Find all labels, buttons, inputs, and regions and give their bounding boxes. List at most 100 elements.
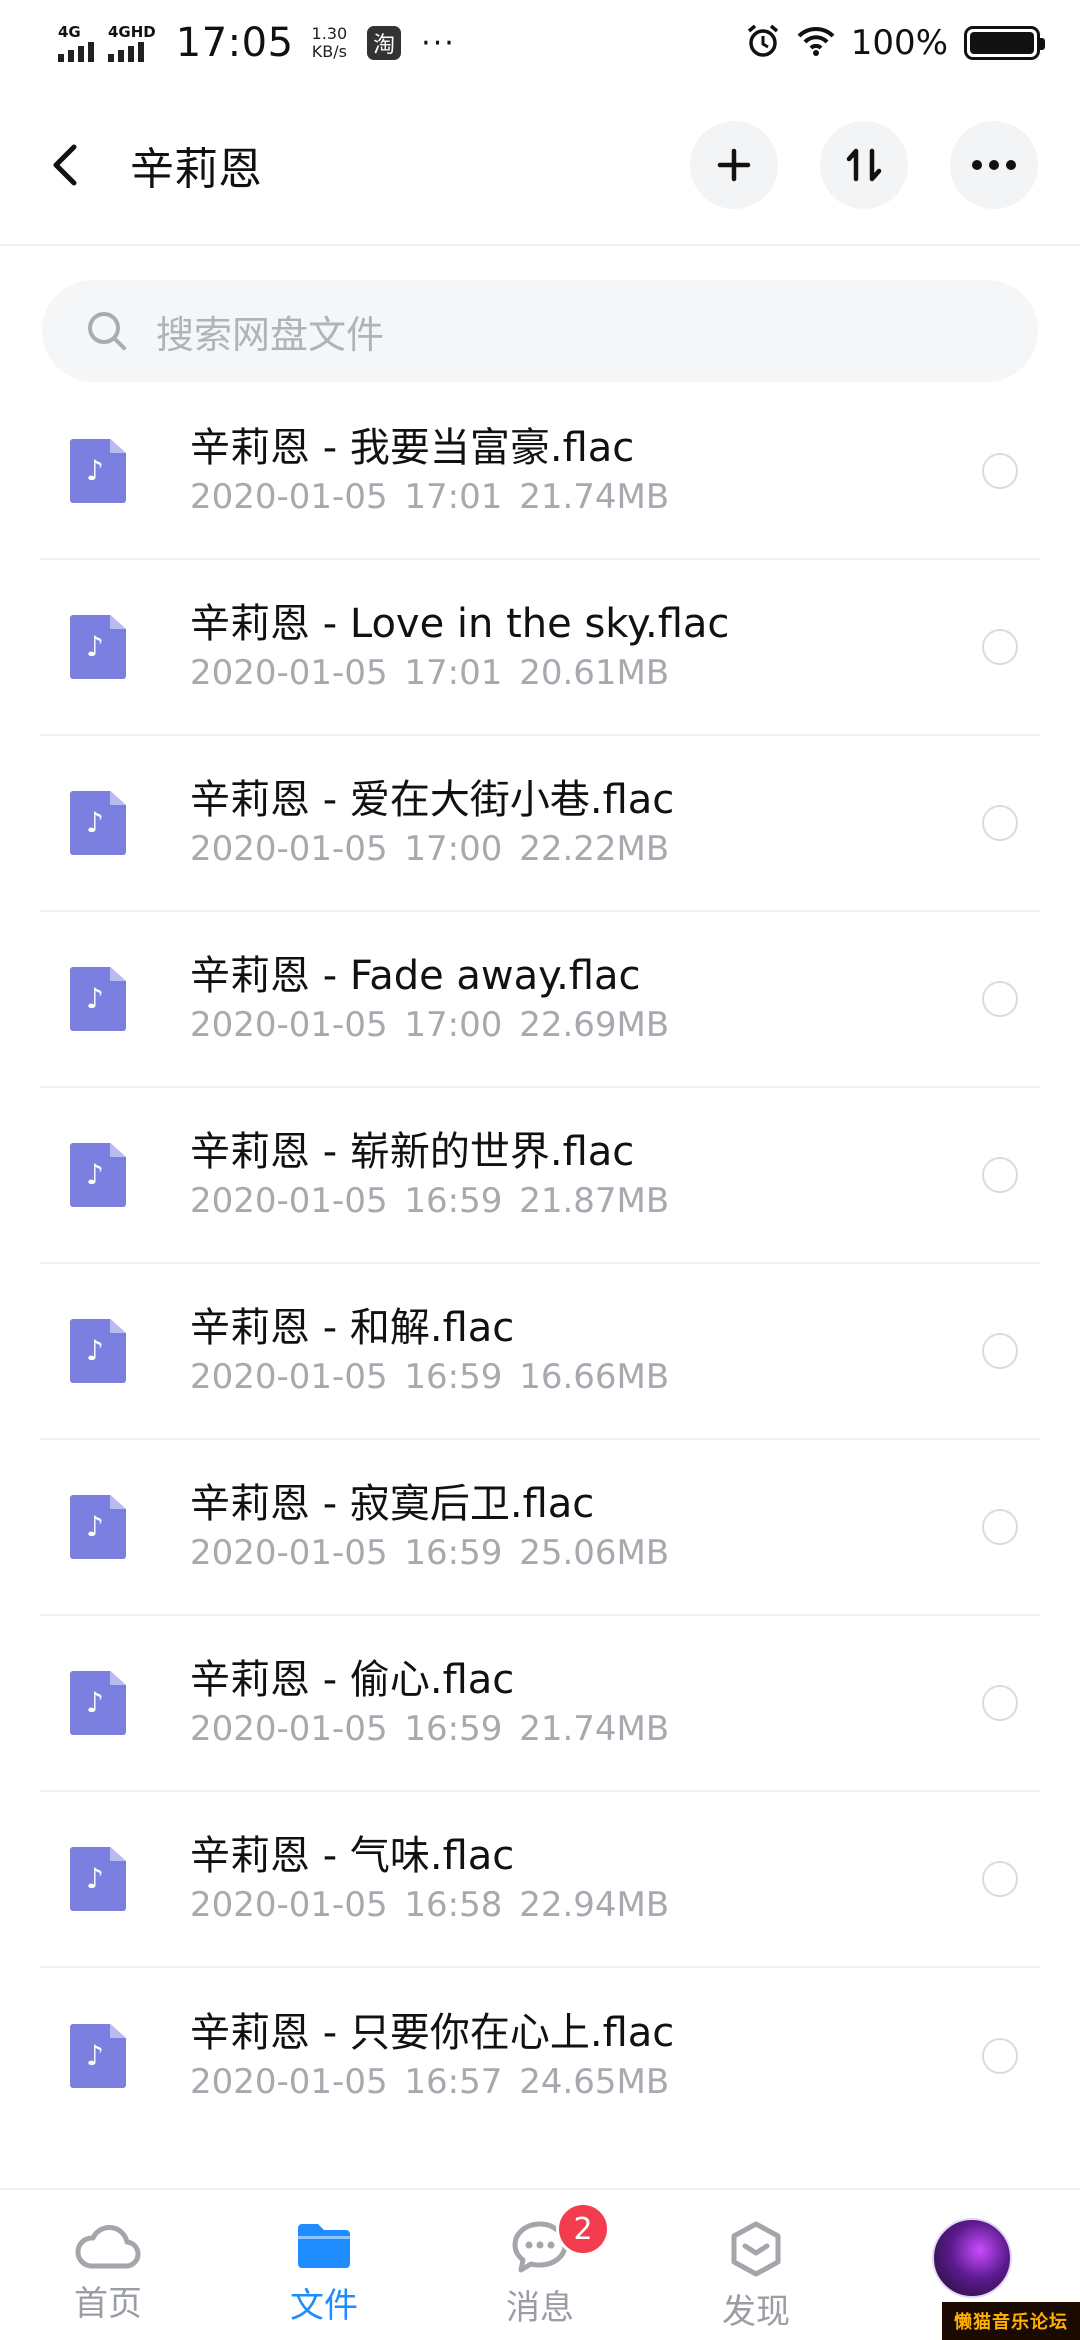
status-bar: 4G 4GHD 17:05 1.30 KB/s 淘 ··· 100% xyxy=(0,0,1080,86)
audio-file-icon: ♪ xyxy=(70,439,126,503)
file-meta: 2020-01-05 16:59 21.87MB xyxy=(190,1179,669,1223)
file-date: 2020-01-05 xyxy=(190,2062,388,2102)
file-time: 17:01 xyxy=(404,477,503,517)
add-button[interactable] xyxy=(690,121,778,209)
file-name: 辛莉恩 - Love in the sky.flac xyxy=(190,601,730,647)
file-time: 16:59 xyxy=(404,1357,503,1397)
select-checkbox[interactable] xyxy=(982,2038,1018,2074)
network-type-label: 4GHD xyxy=(108,23,156,41)
file-date: 2020-01-05 xyxy=(190,829,388,869)
file-row[interactable]: ♪ 辛莉恩 - 我要当富豪.flac 2020-01-05 17:01 21.74M… xyxy=(40,384,1040,560)
audio-file-icon: ♪ xyxy=(70,615,126,679)
file-date: 2020-01-05 xyxy=(190,1357,388,1397)
page-title: 辛莉恩 xyxy=(130,144,262,195)
signal-bars-icon xyxy=(108,40,144,62)
nav-label-home: 首页 xyxy=(74,2284,142,2324)
file-time: 17:00 xyxy=(404,829,503,869)
file-size: 21.74MB xyxy=(519,477,670,517)
cloud-icon xyxy=(75,2225,141,2269)
more-button[interactable] xyxy=(950,121,1038,209)
nav-label-messages: 消息 xyxy=(506,2288,574,2328)
taobao-notification-icon: 淘 xyxy=(367,26,402,60)
more-notifications-icon: ··· xyxy=(421,25,456,61)
file-time: 16:59 xyxy=(404,1709,503,1749)
select-checkbox[interactable] xyxy=(982,1509,1018,1545)
signal-4g: 4G xyxy=(58,24,94,62)
file-size: 21.87MB xyxy=(519,1181,670,1221)
select-checkbox[interactable] xyxy=(982,1157,1018,1193)
nav-item-messages[interactable]: 消息 2 xyxy=(432,2190,648,2340)
file-name: 辛莉恩 - 爱在大街小巷.flac xyxy=(190,777,675,823)
file-row[interactable]: ♪ 辛莉恩 - 和解.flac 2020-01-05 16:59 16.66MB xyxy=(40,1264,1040,1440)
file-name: 辛莉恩 - 崭新的世界.flac xyxy=(190,1129,635,1175)
file-date: 2020-01-05 xyxy=(190,1005,388,1045)
file-row[interactable]: ♪ 辛莉恩 - 崭新的世界.flac 2020-01-05 16:59 21.87M… xyxy=(40,1088,1040,1264)
file-time: 17:00 xyxy=(404,1005,503,1045)
more-dots-icon xyxy=(972,160,1016,170)
file-date: 2020-01-05 xyxy=(190,1709,388,1749)
file-name: 辛莉恩 - 寂寞后卫.flac xyxy=(190,1481,595,1527)
file-time: 16:58 xyxy=(404,1885,503,1925)
file-meta: 2020-01-05 16:57 24.65MB xyxy=(190,2060,674,2104)
network-type-label: 4G xyxy=(58,23,81,41)
file-time: 16:57 xyxy=(404,2062,503,2102)
file-row[interactable]: ♪ 辛莉恩 - 只要你在心上.flac 2020-01-05 16:57 24.65… xyxy=(40,1968,1040,2144)
select-checkbox[interactable] xyxy=(982,629,1018,665)
file-meta: 2020-01-05 16:58 22.94MB xyxy=(190,1883,669,1927)
file-meta: 2020-01-05 16:59 16.66MB xyxy=(190,1355,669,1399)
audio-file-icon: ♪ xyxy=(70,1847,126,1911)
select-checkbox[interactable] xyxy=(982,453,1018,489)
file-row[interactable]: ♪ 辛莉恩 - Fade away.flac 2020-01-05 17:00 22… xyxy=(40,912,1040,1088)
nav-item-discover[interactable]: 发现 xyxy=(648,2190,864,2340)
file-name: 辛莉恩 - 我要当富豪.flac xyxy=(190,425,635,471)
network-speed-value: 1.30 xyxy=(311,24,348,43)
nav-item-home[interactable]: 首页 xyxy=(0,2190,216,2340)
file-date: 2020-01-05 xyxy=(190,1533,388,1573)
select-checkbox[interactable] xyxy=(982,1861,1018,1897)
file-size: 20.61MB xyxy=(519,653,670,693)
file-name: 辛莉恩 - 和解.flac xyxy=(190,1305,515,1351)
file-meta: 2020-01-05 16:59 21.74MB xyxy=(190,1707,669,1751)
signal-bars-icon xyxy=(58,40,94,62)
file-meta: 2020-01-05 17:00 22.69MB xyxy=(190,1003,669,1047)
file-time: 17:01 xyxy=(404,653,503,693)
nav-item-files[interactable]: 文件 xyxy=(216,2190,432,2340)
select-checkbox[interactable] xyxy=(982,805,1018,841)
file-row[interactable]: ♪ 辛莉恩 - 气味.flac 2020-01-05 16:58 22.94MB xyxy=(40,1792,1040,1968)
watermark: 懒猫音乐论坛 xyxy=(942,2302,1080,2340)
file-meta: 2020-01-05 16:59 25.06MB xyxy=(190,1531,669,1575)
file-row[interactable]: ♪ 辛莉恩 - Love in the sky.flac 2020-01-05 17… xyxy=(40,560,1040,736)
file-date: 2020-01-05 xyxy=(190,477,388,517)
audio-file-icon: ♪ xyxy=(70,1495,126,1559)
folder-icon xyxy=(298,2224,350,2268)
file-row[interactable]: ♪ 辛莉恩 - 爱在大街小巷.flac 2020-01-05 17:00 22.22… xyxy=(40,736,1040,912)
file-meta: 2020-01-05 17:00 22.22MB xyxy=(190,827,674,871)
nav-label-files: 文件 xyxy=(290,2286,358,2326)
file-row[interactable]: ♪ 辛莉恩 - 偷心.flac 2020-01-05 16:59 21.74MB xyxy=(40,1616,1040,1792)
file-date: 2020-01-05 xyxy=(190,1181,388,1221)
status-time: 17:05 xyxy=(175,20,294,66)
battery-percent: 100% xyxy=(850,23,948,63)
select-checkbox[interactable] xyxy=(982,1685,1018,1721)
header: 辛莉恩 xyxy=(0,86,1080,246)
search-placeholder: 搜索网盘文件 xyxy=(156,312,385,357)
back-button[interactable] xyxy=(50,135,90,195)
discover-cube-icon xyxy=(731,2221,781,2277)
file-name: 辛莉恩 - 气味.flac xyxy=(190,1833,515,1879)
file-size: 22.94MB xyxy=(519,1885,670,1925)
sort-button[interactable] xyxy=(820,121,908,209)
search-input[interactable]: 搜索网盘文件 xyxy=(42,280,1038,382)
file-row[interactable]: ♪ 辛莉恩 - 寂寞后卫.flac 2020-01-05 16:59 25.06MB xyxy=(40,1440,1040,1616)
signal-4ghd: 4GHD xyxy=(108,24,156,62)
audio-file-icon: ♪ xyxy=(70,791,126,855)
alarm-icon xyxy=(745,23,781,63)
audio-file-icon: ♪ xyxy=(70,967,126,1031)
avatar xyxy=(932,2218,1012,2298)
plus-icon xyxy=(717,148,751,182)
file-meta: 2020-01-05 17:01 20.61MB xyxy=(190,651,729,695)
file-size: 25.06MB xyxy=(519,1533,670,1573)
select-checkbox[interactable] xyxy=(982,981,1018,1017)
select-checkbox[interactable] xyxy=(982,1333,1018,1369)
audio-file-icon: ♪ xyxy=(70,1671,126,1735)
file-size: 21.74MB xyxy=(519,1709,670,1749)
